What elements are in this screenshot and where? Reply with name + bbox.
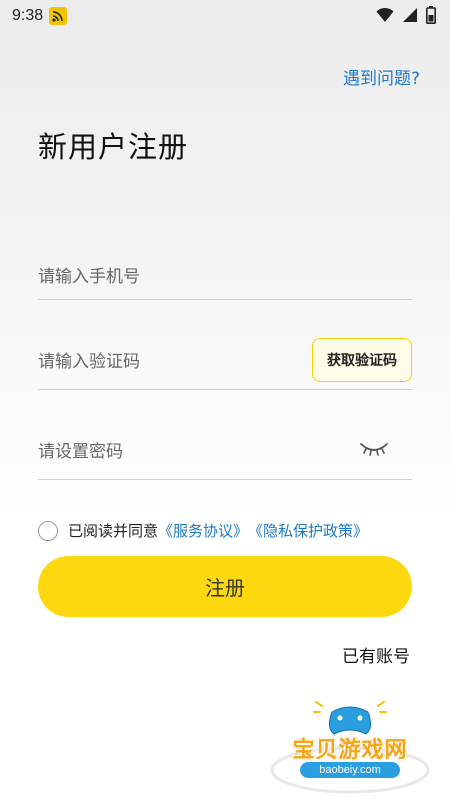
- phone-input[interactable]: [38, 255, 412, 299]
- signal-icon: [402, 7, 418, 27]
- help-link[interactable]: 遇到问题?: [343, 64, 420, 89]
- watermark-title: 宝贝游戏网: [292, 738, 408, 763]
- wifi-icon: [376, 7, 394, 27]
- battery-icon: [426, 6, 436, 28]
- status-bar: 9:38: [0, 0, 450, 32]
- page-title: 新用户注册: [38, 130, 189, 164]
- code-field: 获取验证码: [38, 338, 412, 390]
- get-code-button[interactable]: 获取验证码: [312, 338, 412, 382]
- password-input[interactable]: [38, 430, 338, 474]
- watermark-url: baobeiy.com: [300, 762, 400, 778]
- agreement-text: 已阅读并同意: [68, 522, 159, 540]
- register-button[interactable]: 注册: [38, 556, 412, 617]
- code-input[interactable]: [38, 340, 298, 384]
- agree-checkbox[interactable]: [38, 520, 58, 541]
- status-icons: [376, 6, 436, 28]
- watermark-logo: 宝贝游戏网 baobeiy.com: [270, 700, 430, 795]
- privacy-link[interactable]: 《隐私保护政策》: [248, 520, 368, 541]
- phone-field: [38, 255, 412, 300]
- eye-closed-icon[interactable]: [358, 436, 390, 462]
- status-time: 9:38: [12, 7, 44, 24]
- password-field: [38, 430, 412, 480]
- agreement-row: 已阅读并同意 《服务协议》 《隐私保护政策》: [38, 520, 368, 541]
- rss-icon: [49, 7, 68, 25]
- existing-account-link[interactable]: 已有账号: [342, 642, 410, 667]
- terms-link[interactable]: 《服务协议》: [158, 520, 248, 541]
